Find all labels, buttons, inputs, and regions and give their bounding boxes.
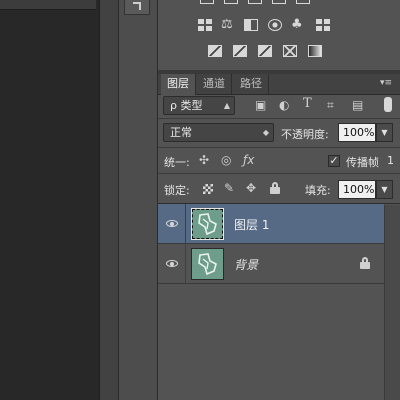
- lock-position-icon[interactable]: ✥: [246, 181, 256, 195]
- fill-label: 填充:: [305, 184, 331, 197]
- opacity-input[interactable]: 100%: [338, 123, 376, 142]
- visibility-column-separator: [185, 244, 186, 284]
- panel-menu-icon[interactable]: ▾≡: [380, 78, 396, 90]
- channel-mixer-icon[interactable]: [198, 19, 212, 31]
- smart-object-filter-icon[interactable]: ▤: [352, 98, 363, 112]
- tab-paths[interactable]: 路径: [234, 74, 269, 94]
- exposure-icon[interactable]: [272, 0, 286, 4]
- unify-label: 统一:: [164, 156, 190, 169]
- color-balance-icon[interactable]: ⚖: [221, 18, 233, 31]
- expand-panels-button[interactable]: [124, 0, 150, 15]
- layer-name[interactable]: 背景: [234, 256, 258, 273]
- curves-icon[interactable]: [248, 0, 262, 4]
- divider: [158, 173, 400, 174]
- shape-filter-icon[interactable]: ⌗: [327, 98, 334, 112]
- updown-arrow-icon: ▲: [223, 101, 230, 110]
- expand-arrow-icon: [133, 2, 141, 10]
- lock-all-icon[interactable]: [270, 182, 280, 194]
- collapsed-panel-strip: [118, 0, 158, 400]
- adjustments-panel: ⚖ ♣: [158, 0, 400, 70]
- fill-slider-button[interactable]: ▼: [376, 180, 393, 199]
- photo-filter-icon[interactable]: [268, 19, 282, 31]
- thumbnail-image: [198, 253, 217, 276]
- canvas-scrollbar[interactable]: [0, 0, 96, 10]
- fill-input[interactable]: 100%: [338, 180, 376, 199]
- toggle-filter-icon[interactable]: [384, 97, 392, 112]
- panel-divider: [99, 0, 119, 400]
- layer-row-background[interactable]: 背景: [158, 244, 384, 284]
- type-filter-icon[interactable]: T: [303, 97, 312, 111]
- lock-label: 锁定:: [164, 184, 190, 197]
- lock-body: [270, 187, 280, 194]
- invert-icon[interactable]: [208, 45, 222, 57]
- opacity-label: 不透明度:: [281, 128, 329, 141]
- layer-thumbnail[interactable]: [191, 208, 224, 240]
- tab-layers[interactable]: 图层: [161, 74, 196, 95]
- updown-arrow-icon: ◆: [262, 128, 269, 137]
- layer-row-layer1[interactable]: 图层 1: [158, 204, 384, 244]
- threshold-icon[interactable]: [258, 45, 272, 57]
- unify-position-icon[interactable]: ✣: [199, 153, 209, 167]
- pixel-filter-icon[interactable]: ▣: [255, 98, 266, 112]
- adjustment-filter-icon[interactable]: ◐: [279, 98, 289, 112]
- propagate-frame-checkbox[interactable]: ✓: [328, 155, 340, 167]
- visibility-eye-icon[interactable]: [166, 217, 180, 231]
- channel-icon[interactable]: ♣: [291, 18, 303, 31]
- lock-image-brush-icon[interactable]: ✎: [224, 181, 234, 195]
- lock-body: [360, 262, 370, 269]
- opacity-slider-button[interactable]: ▼: [376, 123, 393, 142]
- eye-pupil: [170, 222, 174, 226]
- layers-scrollbar[interactable]: [384, 205, 400, 400]
- canvas-area[interactable]: [0, 0, 99, 400]
- layer-thumbnail[interactable]: [191, 248, 224, 280]
- selective-color-icon[interactable]: [283, 45, 297, 57]
- visibility-column-separator: [185, 204, 186, 244]
- color-lookup-icon[interactable]: [316, 19, 330, 31]
- propagate-frame-value: 1: [387, 154, 394, 167]
- divider: [158, 118, 400, 119]
- filter-kind-dropdown[interactable]: ρ 类型 ▲: [163, 96, 235, 115]
- tab-channels[interactable]: 通道: [197, 74, 232, 94]
- filter-kind-label: ρ 类型: [170, 99, 203, 112]
- posterize-icon[interactable]: [233, 45, 247, 57]
- blend-mode-dropdown[interactable]: 正常 ◆: [163, 123, 274, 142]
- blend-mode-value: 正常: [170, 126, 192, 139]
- thumbnail-image: [198, 213, 217, 236]
- gradient-map-icon[interactable]: [308, 45, 322, 57]
- propagate-frame-label: 传播帧: [346, 156, 379, 169]
- eye-pupil: [170, 262, 174, 266]
- unify-style-icon[interactable]: ƒx: [243, 153, 254, 167]
- brightness-contrast-icon[interactable]: [200, 0, 214, 4]
- divider: [158, 147, 400, 148]
- unify-visibility-icon[interactable]: ◎: [221, 153, 231, 167]
- lock-transparent-icon[interactable]: [203, 184, 213, 194]
- layer-name[interactable]: 图层 1: [234, 216, 269, 233]
- levels-icon[interactable]: [224, 0, 238, 4]
- visibility-eye-icon[interactable]: [166, 257, 180, 271]
- layer-lock-icon: [360, 257, 370, 269]
- vibrance-icon[interactable]: [296, 0, 310, 4]
- black-white-icon[interactable]: [244, 19, 258, 31]
